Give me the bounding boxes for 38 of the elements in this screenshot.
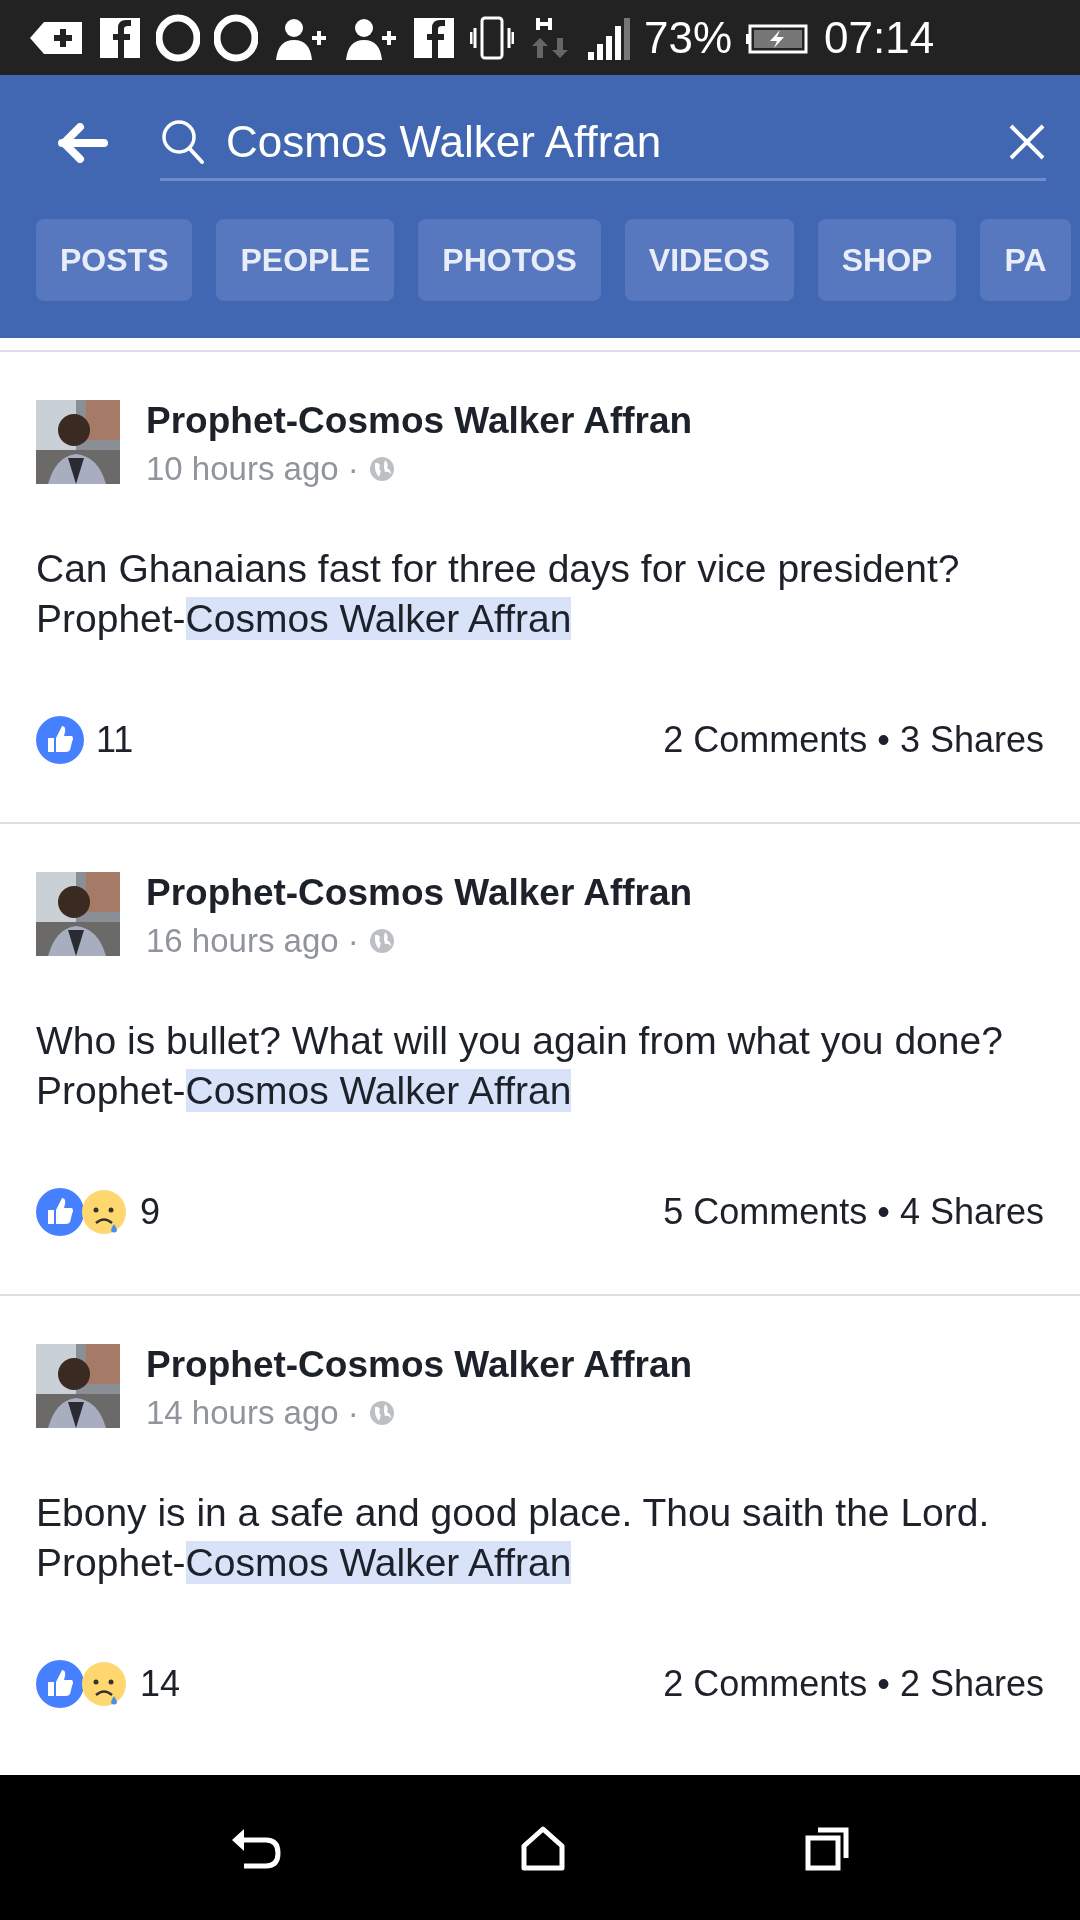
filter-tab[interactable]: PEOPLE [216,219,395,301]
post-time: 10 hours ago · [146,450,359,488]
comments-shares[interactable]: 5 Comments • 4 Shares [663,1191,1044,1233]
post-time: 16 hours ago · [146,922,359,960]
sad-face-icon [80,1188,128,1236]
search-icon [160,117,206,166]
post-text: Ebony is in a safe and good place. Thou saith the Lord. Prophet-Cosmos Walker Affran [36,1490,991,1586]
comments-shares[interactable]: 2 Comments • 3 Shares [663,719,1044,761]
ring-icon [214,13,258,62]
sad-face-icon [80,1660,128,1708]
filter-tab[interactable]: SHOP [817,219,957,301]
globe-icon [368,928,395,954]
filter-tab[interactable]: POSTS [36,219,193,301]
filter-tab[interactable]: PA [980,219,1071,301]
ring-icon [156,13,200,62]
post-time: 14 hours ago · [146,1394,359,1432]
author-name[interactable]: Prophet-Cosmos Walker Affran [146,872,693,914]
globe-icon [368,1400,395,1426]
author-name[interactable]: Prophet-Cosmos Walker Affran [146,1344,693,1386]
post-text: Can Ghanaians fast for three days for vice president? Prophet-Cosmos Walker Affran [36,546,961,642]
filter-tab[interactable]: PHOTOS [418,219,601,301]
globe-icon [368,456,395,482]
like-icon [36,1188,84,1236]
comments-shares[interactable]: 2 Comments • 2 Shares [663,1663,1044,1705]
author-name[interactable]: Prophet-Cosmos Walker Affran [146,400,693,442]
search-field[interactable]: Cosmos Walker Affran [160,105,1046,181]
clock: 07:14 [824,12,935,63]
like-icon [36,716,84,764]
reaction-count[interactable]: 14 [140,1663,181,1705]
post-text: Who is bullet? What will you again from what you done? Prophet-Cosmos Walker Affran [36,1018,1004,1114]
reaction-count[interactable]: 11 [96,719,134,761]
home-icon[interactable] [519,1823,567,1872]
close-icon[interactable] [1008,122,1046,161]
reaction-count[interactable]: 9 [140,1191,161,1233]
filter-tab[interactable]: VIDEOS [624,219,794,301]
back-arrow-icon[interactable] [58,123,108,163]
battery-percentage: 73% [644,12,733,63]
like-icon [36,1660,84,1708]
